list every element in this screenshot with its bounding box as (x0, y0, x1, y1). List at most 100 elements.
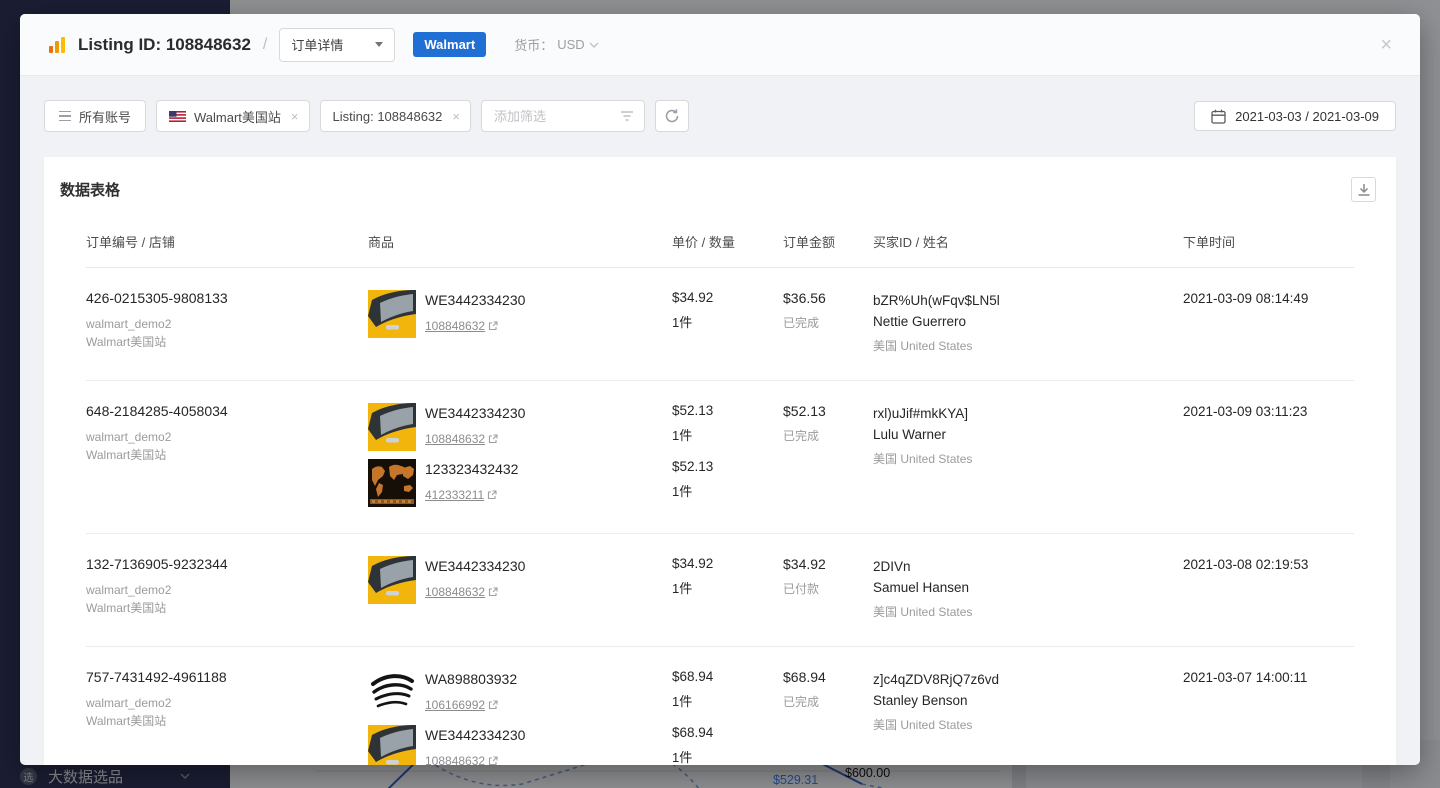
product-item: 123323432432 412333211 (368, 459, 662, 507)
unit-price: $68.94 (672, 725, 773, 740)
price-quantity: $34.92 1件 (672, 290, 773, 338)
order-time: 2021-03-09 03:11:23 (1183, 404, 1307, 419)
order-time: 2021-03-08 02:19:53 (1183, 557, 1308, 572)
buyer-name: Nettie Guerrero (873, 311, 1173, 332)
all-accounts-button[interactable]: 所有账号 (44, 100, 146, 132)
product-title: WE3442334230 (425, 727, 525, 743)
product-image-yellow-truck (368, 290, 416, 338)
filter-icon (620, 110, 634, 122)
listing-link-text: 108848632 (425, 754, 485, 765)
external-link-icon (488, 587, 498, 597)
product-image-yellow-truck (368, 556, 416, 604)
unit-price: $34.92 (672, 556, 773, 571)
refresh-button[interactable] (655, 100, 689, 132)
product-item: WE3442334230 108848632 (368, 290, 662, 338)
card-title: 数据表格 (60, 179, 120, 200)
product-image-yellow-truck (368, 403, 416, 451)
unit-price: $52.13 (672, 403, 773, 418)
quantity: 1件 (672, 747, 773, 765)
product-title: WE3442334230 (425, 405, 525, 421)
remove-listing-filter-icon[interactable]: × (452, 109, 460, 124)
add-filter-field (481, 100, 645, 132)
product-listing-link[interactable]: 108848632 (425, 585, 525, 599)
price-quantity: $68.94 1件 (672, 669, 773, 717)
card-header: 数据表格 (44, 157, 1396, 210)
page-title: Listing ID: 108848632 (78, 35, 251, 55)
col-buyer: 买家ID / 姓名 (873, 210, 1183, 267)
order-id: 648-2184285-4058034 (86, 403, 358, 419)
all-accounts-label: 所有账号 (79, 107, 131, 126)
order-status: 已付款 (783, 580, 863, 597)
order-id: 426-0215305-9808133 (86, 290, 358, 306)
caret-down-icon (375, 42, 383, 47)
us-flag-icon (169, 111, 186, 122)
unit-price: $68.94 (672, 669, 773, 684)
price-quantity: $52.13 1件 (672, 403, 773, 451)
table-row: 132-7136905-9232344 walmart_demo2 Walmar… (86, 534, 1354, 647)
quantity: 1件 (672, 481, 773, 500)
price-quantity: $68.94 1件 (672, 725, 773, 765)
remove-site-filter-icon[interactable]: × (291, 109, 299, 124)
quantity: 1件 (672, 312, 773, 331)
download-button[interactable] (1351, 177, 1376, 202)
site-chip-label: Walmart美国站 (194, 107, 281, 126)
order-status: 已完成 (783, 427, 863, 444)
buyer-name: Stanley Benson (873, 690, 1173, 711)
store-name: Walmart美国站 (86, 712, 358, 730)
product-listing-link[interactable]: 108848632 (425, 319, 525, 333)
date-range-picker[interactable]: 2021-03-03 / 2021-03-09 (1194, 101, 1396, 131)
add-filter-input[interactable] (494, 109, 604, 124)
listing-link-text: 412333211 (425, 488, 484, 502)
product-item: WE3442334230 108848632 (368, 725, 662, 765)
external-link-icon (488, 756, 498, 765)
currency-dropdown[interactable]: 货币： USD (514, 35, 598, 54)
price-quantity: $52.13 1件 (672, 459, 773, 507)
listing-link-text: 106166992 (425, 698, 485, 712)
view-type-value: 订单详情 (291, 35, 343, 54)
product-image-world-map (368, 459, 416, 507)
product-listing-link[interactable]: 108848632 (425, 432, 525, 446)
external-link-icon (488, 434, 498, 444)
order-amount: $68.94 (783, 669, 863, 685)
buyer-id: 2DIVn (873, 556, 1173, 577)
close-icon[interactable]: × (1380, 35, 1392, 55)
data-table-card: 数据表格 订单编号 / 店铺 商品 单价 / 数量 订单金额 买家ID / 姓名… (44, 157, 1396, 765)
buyer-name: Lulu Warner (873, 424, 1173, 445)
store-name: Walmart美国站 (86, 333, 358, 351)
table-row: 648-2184285-4058034 walmart_demo2 Walmar… (86, 381, 1354, 534)
buyer-id: z]c4qZDV8RjQ7z6vd (873, 669, 1173, 690)
product-title: 123323432432 (425, 461, 518, 477)
title-separator: / (263, 36, 267, 54)
table-row: 426-0215305-9808133 walmart_demo2 Walmar… (86, 268, 1354, 381)
product-listing-link[interactable]: 106166992 (425, 698, 517, 712)
modal-header: Listing ID: 108848632 / 订单详情 Walmart 货币：… (20, 14, 1420, 76)
order-amount: $36.56 (783, 290, 863, 306)
buyer-id: rxl)uJif#mkKYA] (873, 403, 1173, 424)
view-type-select[interactable]: 订单详情 (279, 28, 395, 62)
listing-chip-label: Listing: 108848632 (333, 109, 443, 124)
product-image-yellow-truck (368, 725, 416, 765)
price-quantity: $34.92 1件 (672, 556, 773, 604)
site-filter-chip[interactable]: Walmart美国站 × (156, 100, 310, 132)
bar-chart-logo-icon (48, 36, 66, 54)
order-status: 已完成 (783, 693, 863, 710)
buyer-id: bZR%Uh(wFqv$LN5l (873, 290, 1173, 311)
product-listing-link[interactable]: 108848632 (425, 754, 525, 765)
currency-value: USD (557, 37, 584, 52)
order-status: 已完成 (783, 314, 863, 331)
product-listing-link[interactable]: 412333211 (425, 488, 518, 502)
buyer-country: 美国 United States (873, 337, 1173, 354)
platform-badge: Walmart (413, 32, 486, 57)
buyer-name: Samuel Hansen (873, 577, 1173, 598)
product-image-window-visors (368, 669, 416, 717)
store-name: Walmart美国站 (86, 599, 358, 617)
order-time: 2021-03-09 08:14:49 (1183, 291, 1308, 306)
order-details-modal: Listing ID: 108848632 / 订单详情 Walmart 货币：… (20, 14, 1420, 765)
listing-filter-chip[interactable]: Listing: 108848632 × (320, 100, 471, 132)
order-id: 757-7431492-4961188 (86, 669, 358, 685)
product-title: WA898803932 (425, 671, 517, 687)
product-title: WE3442334230 (425, 558, 525, 574)
account-name: walmart_demo2 (86, 428, 358, 446)
table-header-row: 订单编号 / 店铺 商品 单价 / 数量 订单金额 买家ID / 姓名 下单时间 (86, 210, 1354, 268)
col-price-qty: 单价 / 数量 (672, 210, 783, 267)
